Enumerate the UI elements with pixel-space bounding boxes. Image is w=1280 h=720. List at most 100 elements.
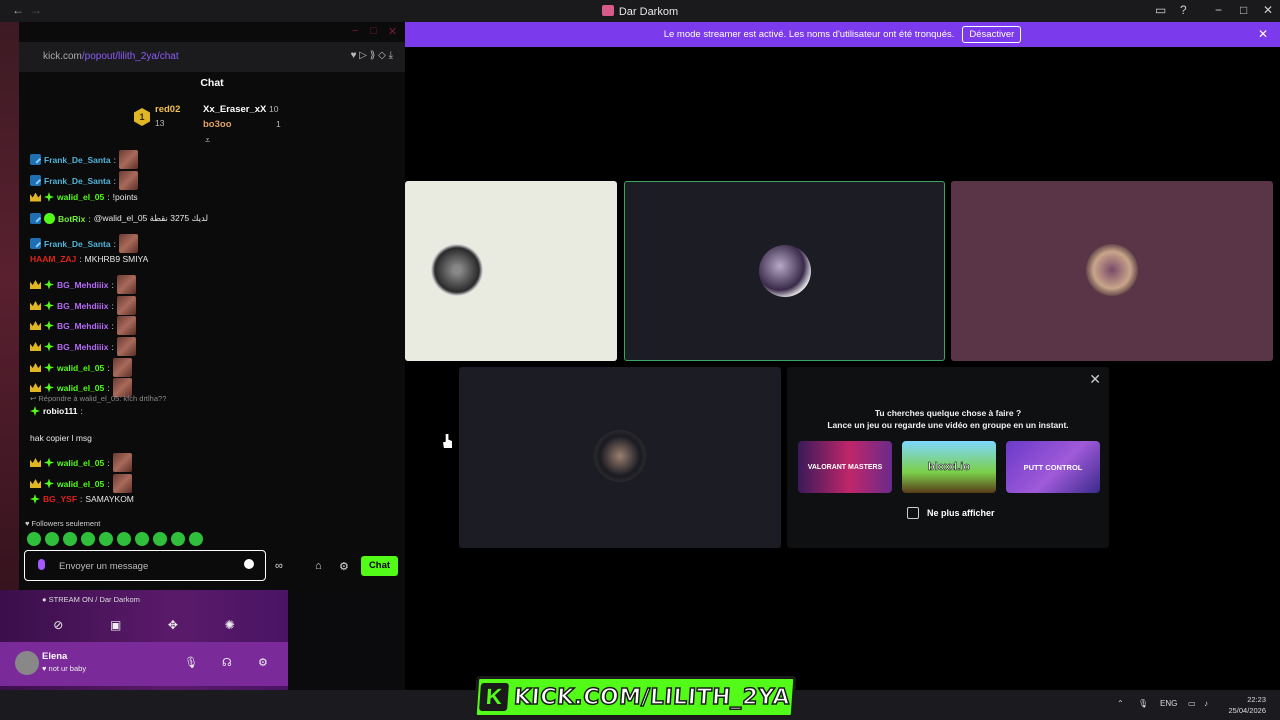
emote[interactable] [135,532,149,546]
leader-first-name[interactable]: red02 [155,104,180,115]
chat-input[interactable]: Envoyer un message [24,550,266,581]
emote[interactable] [45,532,59,546]
dont-show-checkbox[interactable] [907,507,919,519]
emote[interactable] [99,532,113,546]
tray-chevron-icon[interactable]: ⌃ [1117,699,1124,708]
chat-username[interactable]: walid_el_05 [57,192,104,202]
verif-badge-icon [44,213,55,224]
volume-icon[interactable]: ♪ [1204,699,1208,708]
leader-second-name[interactable]: Xx_Eraser_xX [203,104,266,115]
emote[interactable] [27,532,41,546]
user-settings-icon[interactable]: ⚙ [258,656,268,669]
chat-username[interactable]: HAAM_ZAJ [30,254,76,264]
kick-close-icon[interactable]: ✕ [388,25,397,38]
crown-badge-icon [30,458,41,467]
user-area: Elena ♥ not ur baby 🎙 ☊ ⚙ [0,642,288,686]
chat-colon: : [79,254,82,264]
camera-off-icon[interactable]: ⊘ [53,618,63,638]
emote[interactable] [81,532,95,546]
leader-third-name[interactable]: bo3oo [203,119,232,130]
close-icon[interactable]: ✕ [1263,3,1273,17]
mute-icon[interactable]: 🎙 [184,656,198,669]
maximize-icon[interactable]: □ [1240,3,1247,17]
help-icon[interactable]: ? [1180,3,1187,17]
participant-tile-speaking[interactable] [624,181,945,361]
suggestion-subtitle: Lance un jeu ou regarde une vidéo en gro… [827,420,1069,430]
participant-tile[interactable] [459,367,781,548]
chat-username[interactable]: Frank_De_Santa [44,155,111,165]
leader-second-count: 10 [269,104,279,114]
clock[interactable]: 22:23 25/04/2026 [1228,694,1266,716]
chat-username[interactable]: walid_el_05 [57,383,104,393]
chat-text: @walid_el_05 لديك 3275 نقطة [93,213,209,223]
crown-badge-icon [30,383,41,392]
voice-channel-label: STREAM ON / Dar Darkom [48,595,140,604]
chat-colon: : [111,279,114,290]
chat-message: BG_Mehdiiix: [30,296,136,315]
store-icon[interactable]: ⌂ [315,560,322,572]
chat-username[interactable]: walid_el_05 [57,458,104,468]
minimize-icon[interactable]: − [1215,3,1222,17]
game-valorant[interactable]: VALORANT MASTERS [798,441,892,493]
reply-context[interactable]: ↩ Répondre à walid_el_05: kfch drtlha?? [30,394,166,403]
emoji-icon[interactable] [244,559,254,569]
emote[interactable] [117,532,131,546]
user-name[interactable]: Elena [42,651,67,662]
language-indicator[interactable]: ENG [1160,699,1177,708]
network-icon[interactable]: ▭ [1188,699,1196,708]
banner-close-icon[interactable]: ✕ [1258,27,1268,41]
tray-mic-icon[interactable]: 🎙 [1138,699,1148,708]
kick-minimize-icon[interactable]: − [352,25,358,37]
chat-username[interactable]: BG_Mehdiiix [57,342,108,352]
clock-time: 22:23 [1247,695,1266,704]
spark-badge-icon [44,478,54,489]
settings-icon[interactable]: ⚙ [339,560,349,573]
chat-emote [116,316,136,335]
chat-colon: : [80,494,83,504]
crown-badge-icon [30,301,41,310]
chat-emote [112,453,132,472]
inbox-icon[interactable]: ▭ [1155,3,1166,17]
participant-tile[interactable] [405,181,617,361]
chat-message: walid_el_05: [30,358,132,377]
emote[interactable] [63,532,77,546]
browser-actions-icons[interactable]: ♥ ▷ ⟫ ◇ ⤓ [351,50,393,61]
chat-username[interactable]: BG_Mehdiiix [57,321,108,331]
chat-username[interactable]: walid_el_05 [57,479,104,489]
chat-message: BG_Mehdiiix: [30,337,136,356]
disable-streamer-button[interactable]: Désactiver [962,26,1022,43]
avatar[interactable] [15,651,39,675]
kick-maximize-icon[interactable]: □ [370,25,377,37]
window-title-text: Dar Darkom [618,6,679,18]
url-host: kick.com [43,51,82,62]
chat-username[interactable]: BG_Mehdiiix [57,301,108,311]
chat-username[interactable]: BotRix [58,214,85,224]
chat-username[interactable]: Frank_De_Santa [44,176,111,186]
spark-badge-icon [44,279,54,290]
chat-username[interactable]: walid_el_05 [57,363,104,373]
dont-show-again[interactable]: Ne plus afficher [907,507,995,519]
chat-username[interactable]: BG_YSF [43,494,77,504]
deafen-icon[interactable]: ☊ [222,656,232,669]
activities-icon[interactable]: ✥ [168,618,178,638]
emote[interactable] [189,532,203,546]
soundboard-icon[interactable]: ✺ [225,618,235,638]
suggestion-close-icon[interactable]: ✕ [1089,371,1101,388]
game-putt-control[interactable]: PUTT CONTROL [1006,441,1100,493]
spark-badge-icon [44,457,54,468]
points-icon[interactable]: ∞ [275,560,283,572]
send-chat-button[interactable]: Chat [361,556,398,576]
emote[interactable] [153,532,167,546]
screen-share-icon[interactable]: ▣ [110,618,121,638]
emote[interactable] [171,532,185,546]
mic-icon[interactable] [38,559,45,570]
game-bloxd[interactable]: bloxd.io [902,441,996,493]
chat-emote [119,150,138,169]
address-bar[interactable]: kick.com/popout/lilith_2ya/chat ♥ ▷ ⟫ ◇ … [19,42,405,72]
chat-username[interactable]: BG_Mehdiiix [57,280,108,290]
participant-tile[interactable] [951,181,1273,361]
chat-username[interactable]: robio111 [43,406,78,416]
chat-messages: Frank_De_Santa: Frank_De_Santa: walid_el_0… [19,144,405,534]
chat-username[interactable]: Frank_De_Santa [44,239,111,249]
discord-user-panel: ● STREAM ON / Dar Darkom ⊘ ▣ ✥ ✺ Elena ♥… [0,590,288,690]
